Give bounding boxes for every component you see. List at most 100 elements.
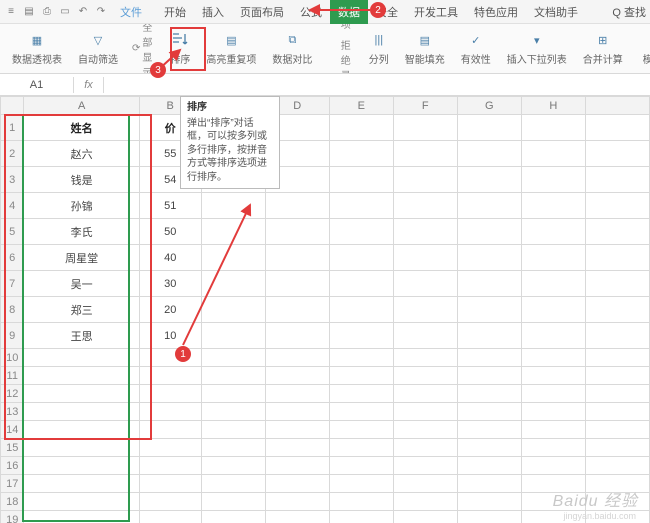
cell[interactable]: [393, 323, 457, 349]
cell[interactable]: [329, 421, 393, 439]
cell[interactable]: [393, 475, 457, 493]
cell[interactable]: [393, 511, 457, 523]
cell[interactable]: [265, 421, 329, 439]
cell[interactable]: [201, 439, 265, 457]
menu-data[interactable]: 数据: [330, 0, 368, 24]
cell[interactable]: [265, 457, 329, 475]
cell[interactable]: [585, 323, 649, 349]
cell[interactable]: [201, 193, 265, 219]
cell[interactable]: [265, 219, 329, 245]
row-header[interactable]: 17: [1, 475, 24, 493]
cell[interactable]: [329, 439, 393, 457]
cell[interactable]: [201, 493, 265, 511]
name-box[interactable]: A1: [0, 77, 74, 93]
ribbon-reject-dup[interactable]: ⊘拒绝录入重复项: [326, 35, 354, 75]
cell[interactable]: [201, 421, 265, 439]
cell[interactable]: [585, 385, 649, 403]
cell[interactable]: [201, 297, 265, 323]
cell[interactable]: [139, 457, 201, 475]
cell[interactable]: [521, 349, 585, 367]
cell[interactable]: [329, 115, 393, 141]
cell[interactable]: [329, 349, 393, 367]
cell[interactable]: [265, 511, 329, 523]
row-header[interactable]: 19: [1, 511, 24, 523]
cell[interactable]: [139, 439, 201, 457]
cell[interactable]: [329, 193, 393, 219]
col-header-F[interactable]: F: [393, 97, 457, 115]
cell[interactable]: [201, 511, 265, 523]
cell[interactable]: [201, 323, 265, 349]
cell[interactable]: [329, 493, 393, 511]
cell[interactable]: [265, 493, 329, 511]
cell[interactable]: [585, 193, 649, 219]
cell[interactable]: [585, 297, 649, 323]
ribbon-smart-fill[interactable]: ▤ 智能填充: [399, 26, 451, 72]
cell[interactable]: [393, 439, 457, 457]
ribbon-consolidate[interactable]: ⊞ 合并计算: [577, 26, 629, 72]
cell[interactable]: [457, 367, 521, 385]
col-header-H[interactable]: H: [521, 97, 585, 115]
cell[interactable]: [585, 141, 649, 167]
cell[interactable]: [265, 475, 329, 493]
cell[interactable]: [585, 167, 649, 193]
row-header[interactable]: 16: [1, 457, 24, 475]
cell[interactable]: [393, 349, 457, 367]
cell[interactable]: [201, 219, 265, 245]
cell[interactable]: [585, 439, 649, 457]
cell[interactable]: [329, 367, 393, 385]
cell[interactable]: [139, 493, 201, 511]
cell[interactable]: [393, 367, 457, 385]
cell[interactable]: [585, 457, 649, 475]
spreadsheet-grid[interactable]: A B C D E F G H 1姓名价2赵六553钱是544孙锦515李氏50…: [0, 96, 650, 523]
cell[interactable]: [585, 421, 649, 439]
cell[interactable]: [521, 367, 585, 385]
cell[interactable]: [265, 349, 329, 367]
cell[interactable]: [457, 219, 521, 245]
cell[interactable]: [393, 167, 457, 193]
cell[interactable]: [393, 115, 457, 141]
menu-special[interactable]: 特色应用: [466, 0, 526, 24]
row-header[interactable]: 15: [1, 439, 24, 457]
cell[interactable]: [457, 511, 521, 523]
cell[interactable]: [329, 245, 393, 271]
cell[interactable]: [393, 245, 457, 271]
cell[interactable]: [329, 297, 393, 323]
cell[interactable]: [265, 297, 329, 323]
cell[interactable]: [329, 475, 393, 493]
search-label[interactable]: Q 查找: [612, 4, 646, 20]
cell[interactable]: [457, 245, 521, 271]
row-header[interactable]: 18: [1, 493, 24, 511]
cell[interactable]: [457, 271, 521, 297]
cell[interactable]: [457, 421, 521, 439]
cell[interactable]: [521, 141, 585, 167]
cell[interactable]: [265, 245, 329, 271]
ribbon-dropdown[interactable]: ▾ 插入下拉列表: [501, 26, 573, 72]
cell[interactable]: [457, 385, 521, 403]
cell[interactable]: [139, 475, 201, 493]
cell[interactable]: [457, 457, 521, 475]
cell[interactable]: [585, 219, 649, 245]
preview-icon[interactable]: ▭: [58, 5, 72, 19]
cell[interactable]: [201, 245, 265, 271]
cell[interactable]: [457, 475, 521, 493]
cell[interactable]: [521, 271, 585, 297]
cell[interactable]: [585, 367, 649, 385]
menu-start[interactable]: 开始: [156, 0, 194, 24]
cell[interactable]: [329, 511, 393, 523]
cell[interactable]: [521, 115, 585, 141]
ribbon-validation[interactable]: ✓ 有效性: [455, 26, 497, 72]
cell[interactable]: [265, 367, 329, 385]
cell[interactable]: [521, 167, 585, 193]
cell[interactable]: [585, 403, 649, 421]
cell[interactable]: [585, 115, 649, 141]
cell[interactable]: [457, 141, 521, 167]
cell[interactable]: [393, 403, 457, 421]
ribbon-text-to-col[interactable]: ||| 分列: [363, 26, 395, 72]
cell[interactable]: [393, 193, 457, 219]
cell[interactable]: [457, 297, 521, 323]
menu-icon[interactable]: ≡: [4, 5, 18, 19]
cell[interactable]: [329, 403, 393, 421]
menu-dochelper[interactable]: 文档助手: [526, 0, 586, 24]
cell[interactable]: [585, 245, 649, 271]
cell[interactable]: [521, 297, 585, 323]
